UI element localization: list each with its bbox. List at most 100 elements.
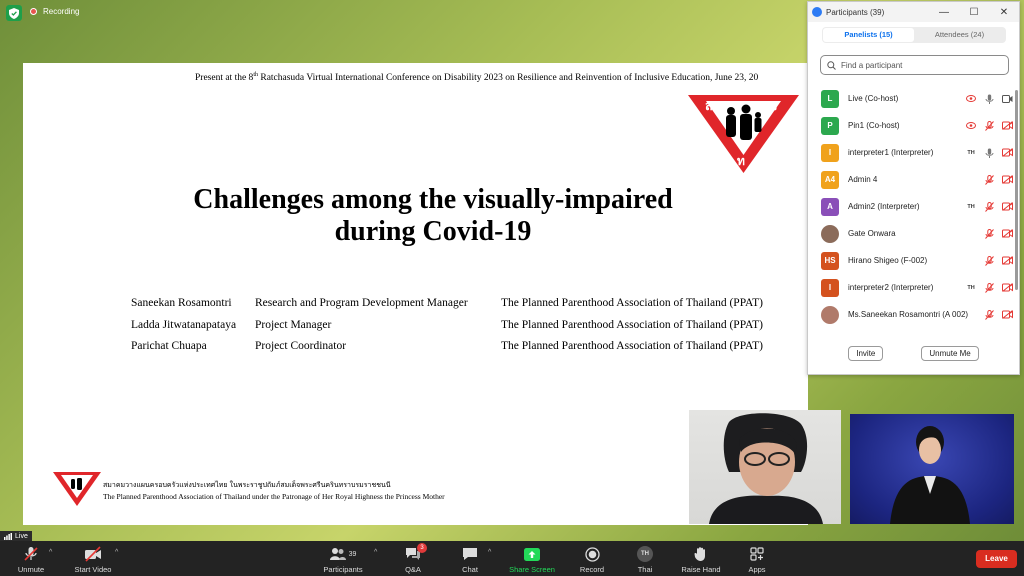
raise-hand-icon [694,547,705,561]
participant-search-box[interactable]: Find a participant [820,55,1009,75]
participant-row[interactable]: Gate Onwara [808,220,1014,247]
interpreter-video-image [890,426,970,524]
tab-panelists[interactable]: Panelists (15) [823,28,914,42]
participants-tabs: Panelists (15) Attendees (24) [822,27,1006,43]
unmute-button[interactable]: Unmute [10,541,52,576]
signal-bars-icon [4,532,12,540]
apps-icon [750,547,764,561]
participant-row[interactable]: L Live (Co-host) [808,85,1014,112]
camera-off-icon [1000,173,1014,187]
camera-off-icon [1000,146,1014,160]
video-options-caret-icon[interactable]: ^ [115,549,118,556]
minimize-icon[interactable]: — [929,7,959,18]
participant-avatar: I [821,278,839,297]
participant-row[interactable]: HS Hirano Shigeo (F-002) [808,247,1014,274]
leave-button[interactable]: Leave [976,550,1017,568]
language-th-badge: TH [637,546,653,562]
security-shield-icon[interactable] [6,5,22,21]
zoom-logo-icon [812,7,822,17]
participant-avatar [821,305,839,324]
participant-name: Live (Co-host) [848,94,899,103]
participant-name: Admin2 (Interpreter) [848,202,920,211]
meeting-toolbar: Unmute ^ Start Video ^ 39 Participants ^… [0,541,1024,576]
participant-name: Pin1 (Co-host) [848,121,900,130]
interpreter-video-tile[interactable] [850,414,1014,524]
audio-options-caret-icon[interactable]: ^ [49,549,52,556]
participant-avatar [821,224,839,243]
participant-name: Hirano Shigeo (F-002) [848,256,928,265]
tab-attendees[interactable]: Attendees (24) [914,28,1005,42]
participant-row[interactable]: Iinterpreter1 (Interpreter) TH [808,139,1014,166]
chat-options-caret-icon[interactable]: ^ [488,549,491,556]
record-button[interactable]: Record [577,541,607,576]
search-input[interactable]: Find a participant [841,61,902,70]
language-interpretation-button[interactable]: TH Thai [632,541,658,576]
invite-button[interactable]: Invite [848,346,884,361]
microphone-muted-icon [24,547,38,561]
close-icon[interactable]: ✕ [989,7,1019,18]
share-screen-icon [524,547,540,561]
language-th-icon: TH [967,203,975,210]
microphone-icon [982,92,996,106]
participant-row[interactable]: Ms.Saneekan Rosamontri (A 002) [808,301,1014,328]
camera-off-icon [1000,119,1014,133]
camera-icon [1000,92,1014,106]
participant-name: interpreter2 (Interpreter) [848,283,934,292]
participants-panel: Participants (39) — ☐ ✕ Panelists (15) A… [807,1,1020,375]
chat-icon [463,548,477,560]
apps-button[interactable]: Apps [744,541,770,576]
participants-button[interactable]: 39 Participants [318,541,368,576]
live-label: Live [15,532,28,540]
microphone-muted-icon [982,308,996,322]
microphone-muted-icon [982,173,996,187]
microphone-icon [982,119,996,133]
record-icon [584,546,600,562]
participant-row[interactable]: A4 Admin 4 [808,166,1014,193]
microphone-muted-icon [982,281,996,295]
participant-name: Admin 4 [848,175,878,184]
participant-list-scrollbar[interactable] [1014,90,1019,340]
microphone-muted-icon [982,254,996,268]
spotlight-eye-icon [964,119,978,133]
start-video-button[interactable]: Start Video [70,541,116,576]
participant-row[interactable]: Iinterpreter2 (Interpreter) TH [808,274,1014,301]
participant-row[interactable]: A Admin2 (Interpreter) TH [808,193,1014,220]
slide-conference-line: Present at the 8th Ratchasuda Virtual In… [195,72,759,84]
svg-text:ว: ว [770,99,777,114]
participant-avatar: HS [821,251,839,270]
video-off-icon [85,546,101,562]
participant-name: Ms.Saneekan Rosamontri (A 002) [848,310,969,319]
svg-text:ส: ส [705,99,713,114]
live-indicator[interactable]: Live [0,531,32,541]
camera-off-icon [1000,281,1014,295]
qa-button[interactable]: 3 Q&A [398,541,428,576]
camera-off-icon [1000,227,1014,241]
recording-indicator[interactable]: Recording [30,7,79,16]
participants-panel-titlebar: Participants (39) — ☐ ✕ [808,2,1019,22]
participant-row[interactable]: P Pin1 (Co-host) [808,112,1014,139]
slide-footer-text: สมาคมวางแผนครอบครัวแห่งประเทศไทย ในพระรา… [103,481,445,501]
search-icon [827,60,836,70]
participants-icon [329,548,346,560]
participant-name: Gate Onwara [848,229,896,238]
speaker-video-tile[interactable] [689,410,841,524]
camera-off-icon [1000,308,1014,322]
participant-avatar: A [821,197,839,216]
ppat-logo: ส ว ท [688,95,799,173]
camera-off-icon [1000,200,1014,214]
microphone-muted-icon [982,200,996,214]
microphone-icon [982,146,996,160]
svg-text:ท: ท [737,154,745,168]
participant-avatar: A4 [821,170,839,189]
raise-hand-button[interactable]: Raise Hand [680,541,722,576]
unmute-me-button[interactable]: Unmute Me [921,346,979,361]
maximize-icon[interactable]: ☐ [959,7,989,18]
chat-button[interactable]: Chat [456,541,484,576]
share-screen-button[interactable]: Share Screen [506,541,558,576]
language-th-icon: TH [967,284,975,291]
recording-label: Recording [43,7,80,16]
participants-options-caret-icon[interactable]: ^ [374,549,377,556]
microphone-muted-icon [982,227,996,241]
camera-off-icon [1000,254,1014,268]
speaker-video-image [709,413,823,524]
